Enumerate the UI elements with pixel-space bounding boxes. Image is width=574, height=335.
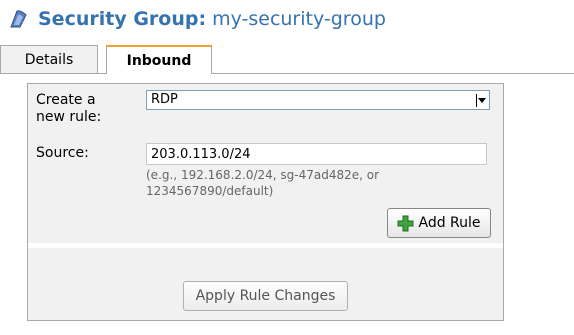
security-group-name: my-security-group <box>212 8 386 30</box>
apply-rule-changes-button[interactable]: Apply Rule Changes <box>183 281 348 311</box>
source-input[interactable] <box>146 143 487 165</box>
chevron-down-icon[interactable] <box>478 98 486 103</box>
rule-type-value: RDP <box>151 92 178 107</box>
create-rule-label: Create a new rule: <box>36 92 102 125</box>
tab-details[interactable]: Details <box>0 45 98 73</box>
security-group-icon <box>8 8 30 30</box>
source-label: Source: <box>36 145 89 161</box>
section-divider <box>28 243 503 248</box>
inbound-rules-panel: Create a new rule: RDP Source: (e.g., 19… <box>27 83 504 321</box>
tabs-divider <box>0 73 574 74</box>
source-hint: (e.g., 192.168.2.0/24, sg-47ad482e, or 1… <box>146 168 380 198</box>
add-rule-button[interactable]: Add Rule <box>387 208 491 238</box>
select-divider <box>476 94 477 107</box>
tab-inbound[interactable]: Inbound <box>106 45 212 74</box>
rule-type-select[interactable]: RDP <box>146 90 490 110</box>
page-title: Security Group: my-security-group <box>8 5 386 33</box>
plus-icon <box>397 215 414 231</box>
title-label: Security Group: <box>38 8 207 30</box>
add-rule-label: Add Rule <box>418 215 481 231</box>
